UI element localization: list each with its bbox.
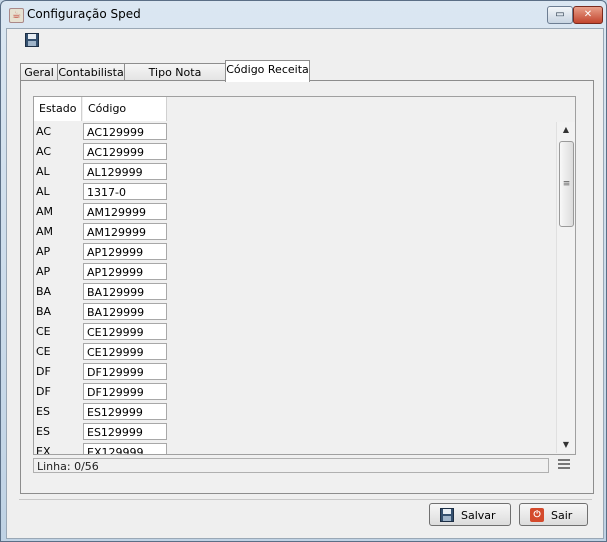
codigo-receita-cell[interactable]: DF129999 bbox=[83, 363, 167, 380]
table-header: Estado Código Receita bbox=[34, 97, 574, 139]
table-row[interactable]: CE CE129999 bbox=[34, 322, 554, 342]
codigo-receita-panel: Estado Código Receita ACAC129999ACAC1299… bbox=[20, 80, 594, 494]
tab-tipo-nota-despesa[interactable]: Tipo Nota Despesa bbox=[124, 63, 226, 96]
table-row[interactable]: DF DF129999 bbox=[34, 382, 554, 402]
scroll-thumb[interactable]: ≡ bbox=[559, 141, 574, 227]
codigo-receita-cell[interactable]: BA129999 bbox=[83, 303, 167, 320]
exit-icon: ⏻ bbox=[530, 508, 544, 522]
tab-codigo-receita[interactable]: Código Receita bbox=[225, 60, 310, 82]
estado-cell[interactable]: AC bbox=[34, 122, 82, 142]
estado-cell[interactable]: BA bbox=[34, 302, 82, 322]
table-row[interactable]: AP AP129999 bbox=[34, 262, 554, 282]
floppy-disk-icon bbox=[25, 33, 39, 47]
estado-cell[interactable]: AC bbox=[34, 142, 82, 162]
estado-cell[interactable]: ES bbox=[34, 402, 82, 422]
scroll-down-arrow-icon[interactable]: ▼ bbox=[557, 437, 575, 453]
window-title: Configuração Sped bbox=[27, 7, 141, 21]
title-bar[interactable]: ☕ Configuração Sped ▭ ✕ bbox=[1, 1, 606, 29]
floppy-disk-icon bbox=[440, 508, 454, 522]
estado-cell[interactable]: AM bbox=[34, 202, 82, 222]
scroll-up-arrow-icon[interactable]: ▲ bbox=[557, 122, 575, 138]
estado-cell[interactable]: ES bbox=[34, 422, 82, 442]
codigo-receita-cell[interactable]: ES129999 bbox=[83, 403, 167, 420]
codigo-receita-cell[interactable]: AC129999 bbox=[83, 143, 167, 160]
estado-cell[interactable]: CE bbox=[34, 322, 82, 342]
table-row[interactable]: AC AC129999 bbox=[34, 122, 554, 142]
table-row[interactable]: DF DF129999 bbox=[34, 362, 554, 382]
restore-button[interactable]: ▭ bbox=[547, 6, 573, 24]
estado-cell[interactable]: AL bbox=[34, 182, 82, 202]
sair-button[interactable]: ⏻ Sair bbox=[519, 503, 588, 526]
codigo-receita-cell[interactable]: CE129999 bbox=[83, 323, 167, 340]
menu-lines-icon[interactable] bbox=[558, 459, 570, 471]
table-row[interactable]: BA BA129999 bbox=[34, 282, 554, 302]
close-button[interactable]: ✕ bbox=[573, 6, 603, 24]
estado-cell[interactable]: CE bbox=[34, 342, 82, 362]
tab-contabilista[interactable]: Contabilista bbox=[57, 63, 125, 81]
estado-cell[interactable]: AL bbox=[34, 162, 82, 182]
row-status-field: Linha: 0/56 bbox=[33, 458, 549, 473]
estado-cell[interactable]: BA bbox=[34, 282, 82, 302]
table-row[interactable]: ES ES129999 bbox=[34, 402, 554, 422]
codigo-receita-table: Estado Código Receita ACAC129999ACAC1299… bbox=[33, 96, 576, 455]
codigo-receita-cell[interactable]: CE129999 bbox=[83, 343, 167, 360]
estado-cell[interactable]: DF bbox=[34, 362, 82, 382]
codigo-receita-cell[interactable]: DF129999 bbox=[83, 383, 167, 400]
table-row[interactable]: CE CE129999 bbox=[34, 342, 554, 362]
salvar-button-label: Salvar bbox=[461, 509, 496, 522]
codigo-receita-cell[interactable]: 1317-0 bbox=[83, 183, 167, 200]
estado-cell[interactable]: DF bbox=[34, 382, 82, 402]
table-row[interactable]: AL AL129999 bbox=[34, 162, 554, 182]
estado-cell[interactable]: EX bbox=[34, 442, 82, 454]
estado-cell[interactable]: AP bbox=[34, 242, 82, 262]
dialog-client-area: Geral Contabilista Tipo Nota Despesa Cód… bbox=[6, 28, 604, 539]
estado-cell[interactable]: AM bbox=[34, 222, 82, 242]
codigo-receita-cell[interactable]: AP129999 bbox=[83, 243, 167, 260]
table-row[interactable]: AL 1317-0 bbox=[34, 182, 554, 202]
codigo-receita-cell[interactable]: AM129999 bbox=[83, 203, 167, 220]
table-body: AC AC129999 AC AC129999 AL AL129999 AL 1317-0 AM… bbox=[34, 122, 554, 454]
codigo-receita-cell[interactable]: AM129999 bbox=[83, 223, 167, 240]
estado-cell[interactable]: AP bbox=[34, 262, 82, 282]
dialog-window: ☕ Configuração Sped ▭ ✕ Geral Contabilis… bbox=[0, 0, 607, 542]
codigo-receita-cell[interactable]: AC129999 bbox=[83, 123, 167, 140]
table-row[interactable]: AC AC129999 bbox=[34, 142, 554, 162]
tab-geral[interactable]: Geral bbox=[20, 63, 58, 81]
table-row[interactable]: BA BA129999 bbox=[34, 302, 554, 322]
table-row[interactable]: EX EX129999 bbox=[34, 442, 554, 454]
sair-button-label: Sair bbox=[551, 509, 573, 522]
column-header-estado[interactable]: Estado bbox=[34, 97, 82, 121]
table-row[interactable]: ES ES129999 bbox=[34, 422, 554, 442]
vertical-scrollbar[interactable]: ▲ ≡ ▼ bbox=[556, 122, 575, 453]
footer-divider bbox=[19, 499, 592, 500]
table-row[interactable]: AM AM129999 bbox=[34, 222, 554, 242]
codigo-receita-cell[interactable]: BA129999 bbox=[83, 283, 167, 300]
java-app-icon: ☕ bbox=[9, 8, 24, 23]
save-toolbar-button[interactable] bbox=[25, 33, 39, 47]
codigo-receita-cell[interactable]: EX129999 bbox=[83, 443, 167, 454]
codigo-receita-cell[interactable]: ES129999 bbox=[83, 423, 167, 440]
codigo-receita-cell[interactable]: AP129999 bbox=[83, 263, 167, 280]
column-header-codigo-receita[interactable]: Código Receita bbox=[83, 97, 167, 139]
table-row[interactable]: AM AM129999 bbox=[34, 202, 554, 222]
table-row[interactable]: AP AP129999 bbox=[34, 242, 554, 262]
salvar-button[interactable]: Salvar bbox=[429, 503, 511, 526]
codigo-receita-cell[interactable]: AL129999 bbox=[83, 163, 167, 180]
